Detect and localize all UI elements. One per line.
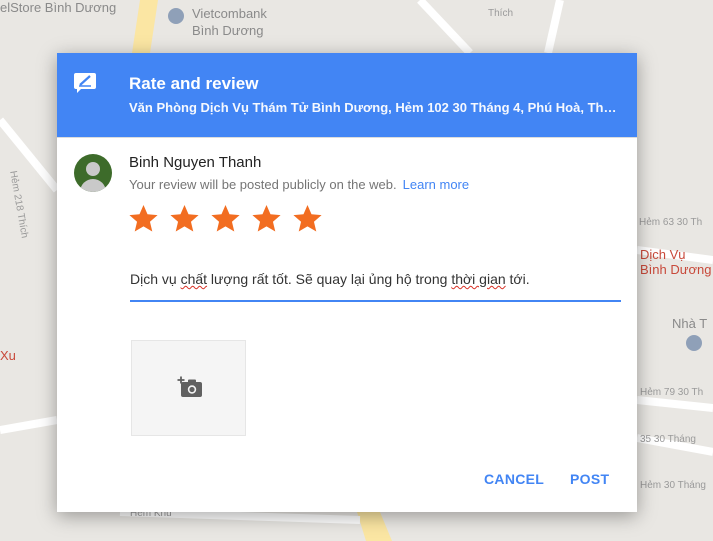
map-label: Xu [0,348,16,363]
user-avatar [74,154,112,192]
learn-more-link[interactable]: Learn more [403,177,469,192]
map-label: Thích [488,8,514,19]
map-label: Bình Dương [640,262,712,277]
dialog-title: Rate and review [129,74,259,93]
review-text-segment: tới. [505,271,530,287]
map-label: Bình Dương [192,23,264,38]
star-rating [128,203,333,243]
map-label: Hẻm 30 Tháng [640,480,706,491]
star-icon[interactable] [251,203,282,234]
divider [57,137,637,138]
rate-and-review-dialog: Rate and review Văn Phòng Dịch Vụ Thám T… [57,53,637,512]
star-icon[interactable] [292,203,323,234]
add-photo-icon [177,376,202,397]
map-label: elStore Bình Dương [0,0,117,15]
post-button[interactable]: POST [570,471,609,487]
star-icon[interactable] [128,203,159,234]
user-name: Binh Nguyen Thanh [129,154,262,171]
dialog-header: Rate and review Văn Phòng Dịch Vụ Thám T… [57,53,637,137]
map-label: Nhà T [672,316,708,331]
star-icon[interactable] [210,203,241,234]
review-input-underline [130,300,621,302]
map-label: Vietcombank [192,6,267,21]
edit-review-icon [74,73,96,93]
bank-pin-icon[interactable] [168,8,184,24]
place-pin-icon[interactable] [686,335,702,351]
cancel-button[interactable]: CANCEL [484,471,544,487]
add-photo-button[interactable] [131,340,246,436]
review-input[interactable]: Dịch vụ chất lượng rất tốt. Sẽ quay lại … [130,271,620,287]
public-notice: Your review will be posted publicly on t… [129,177,469,192]
map-label: Dịch Vụ [640,247,686,262]
map-label: 35 30 Tháng [640,434,696,445]
review-text-segment: Dịch vụ [130,271,181,287]
place-address: Văn Phòng Dịch Vụ Thám Tử Bình Dương, Hẻ… [129,100,621,115]
star-icon[interactable] [169,203,200,234]
misspelled-word: chất [180,271,208,287]
review-text-segment: lượng rất tốt. Sẽ quay lại ủng hộ trong [207,271,452,287]
misspelled-word: thời gian [451,271,506,287]
map-label: Hẻm 79 30 Th [640,387,704,398]
notice-text: Your review will be posted publicly on t… [129,177,397,192]
map-label: Hẻm 63 30 Th [639,217,703,228]
